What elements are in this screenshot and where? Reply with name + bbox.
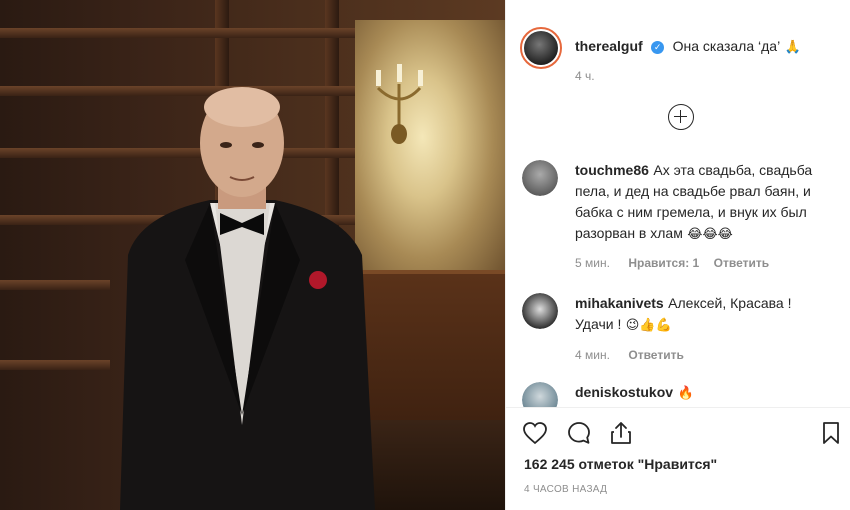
comment-username[interactable]: touchme86 — [575, 162, 649, 178]
heart-icon[interactable] — [522, 420, 548, 446]
shelf-board — [0, 360, 110, 370]
caption-text: Она сказала ‘да’ — [672, 38, 781, 54]
verified-badge-icon: ✓ — [651, 41, 665, 54]
reply-button[interactable]: Ответить — [628, 348, 683, 362]
author-username[interactable]: therealguf — [575, 38, 643, 54]
commenter-avatar[interactable] — [522, 293, 558, 329]
plus-circle-icon[interactable] — [668, 104, 694, 130]
comment-time[interactable]: 5 мин. — [575, 256, 610, 270]
comment-icon[interactable] — [566, 420, 592, 446]
comment-likes[interactable]: Нравится: 1 — [628, 256, 699, 270]
comment-emoji: 🔥 — [677, 386, 694, 401]
likes-count[interactable]: 162 245 отметок "Нравится" — [524, 456, 717, 472]
post-sidebar: therealguf ✓ Она сказала ‘да’ 🙏 4 ч. tou… — [505, 0, 850, 510]
shelf-board — [0, 280, 110, 290]
comment-meta: 5 мин. Нравится: 1 Ответить — [575, 254, 769, 272]
author-avatar[interactable] — [520, 27, 562, 69]
comment-username[interactable]: deniskostukov — [575, 384, 673, 400]
post-timestamp[interactable]: 4 ЧАСОВ НАЗАД — [524, 484, 607, 495]
caption-line: therealguf ✓ Она сказала ‘да’ 🙏 — [575, 36, 801, 57]
actions-divider — [506, 407, 850, 408]
comment-emoji: 😉👍💪 — [625, 318, 672, 333]
share-icon[interactable] — [608, 420, 634, 446]
comment-username[interactable]: mihakanivets — [575, 295, 664, 311]
post-time[interactable]: 4 ч. — [575, 69, 595, 83]
comment-body: deniskostukov 🔥 — [575, 384, 694, 402]
comment-time[interactable]: 4 мин. — [575, 348, 610, 362]
reply-button[interactable]: Ответить — [714, 256, 769, 270]
man-in-tuxedo — [120, 87, 375, 510]
commenter-avatar[interactable] — [522, 160, 558, 196]
comment-body: touchme86 Ах эта свадьба, свадьба пела, … — [575, 160, 835, 244]
comment-meta: 4 мин. Ответить — [575, 346, 684, 364]
comment-emoji: 😂😂😂 — [687, 227, 733, 242]
bookmark-icon[interactable] — [818, 420, 844, 446]
post-photo[interactable] — [0, 0, 505, 510]
shelf-board — [0, 28, 355, 38]
comment-body: mihakanivets Алексей, Красава ! Удачи ! … — [575, 293, 815, 335]
caption-emoji: 🙏 — [784, 40, 801, 55]
